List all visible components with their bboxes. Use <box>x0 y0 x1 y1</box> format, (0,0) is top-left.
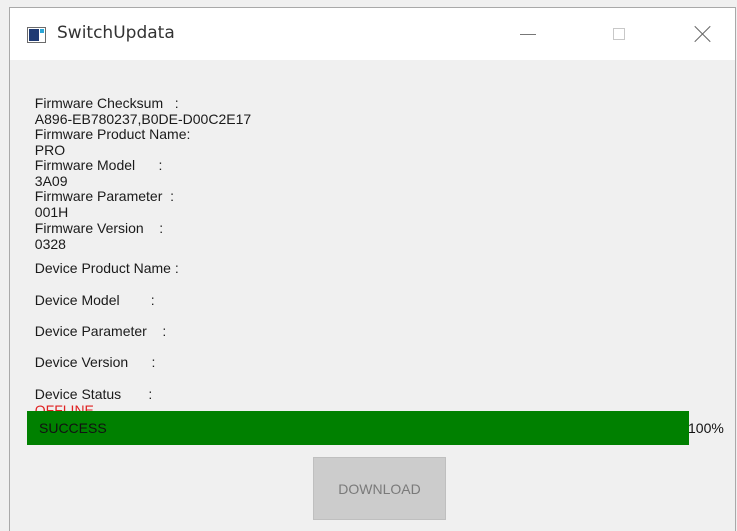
firmware-checksum-row: Firmware Checksum : A896-EB780237,B0DE-D… <box>27 79 251 127</box>
firmware-product-label: Firmware Product Name: <box>34 126 191 142</box>
device-product-row: Device Product Name : <box>27 244 179 276</box>
progress-track <box>27 411 689 445</box>
app-icon <box>27 27 46 43</box>
device-model-row: Device Model : <box>27 276 155 308</box>
firmware-parameter-row: Firmware Parameter : 001H <box>27 172 174 220</box>
device-version-row: Device Version : <box>27 338 156 370</box>
update-progress-bar: SUCCESS 100% <box>27 411 737 445</box>
minimize-icon <box>520 33 536 35</box>
minimize-button[interactable] <box>505 8 551 60</box>
download-button[interactable]: DOWNLOAD <box>313 457 446 520</box>
firmware-parameter-label: Firmware Parameter : <box>34 188 175 204</box>
title-bar[interactable]: SwitchUpdata <box>10 8 735 60</box>
device-status-label: Device Status : <box>34 386 153 402</box>
firmware-checksum-label: Firmware Checksum : <box>34 95 179 111</box>
device-status-row: Device Status : OFFLINE <box>27 370 153 418</box>
device-product-label: Device Product Name : <box>34 260 179 276</box>
close-icon <box>694 25 712 43</box>
device-model-label: Device Model : <box>34 292 155 308</box>
firmware-version-row: Firmware Version : 0328 <box>27 204 163 252</box>
device-parameter-row: Device Parameter : <box>27 307 167 339</box>
progress-status-text: SUCCESS <box>39 420 107 436</box>
maximize-icon <box>613 28 625 40</box>
firmware-model-label: Firmware Model : <box>34 157 163 173</box>
window-title: SwitchUpdata <box>57 23 175 43</box>
device-version-label: Device Version : <box>34 354 156 370</box>
firmware-version-label: Firmware Version : <box>34 220 164 236</box>
progress-percent-text: 100% <box>688 420 724 436</box>
close-button[interactable] <box>680 8 726 60</box>
progress-fill <box>27 411 689 445</box>
firmware-product-row: Firmware Product Name: PRO <box>27 110 191 158</box>
device-parameter-label: Device Parameter : <box>34 323 167 339</box>
maximize-button <box>596 8 642 60</box>
firmware-model-row: Firmware Model : 3A09 <box>27 141 163 189</box>
